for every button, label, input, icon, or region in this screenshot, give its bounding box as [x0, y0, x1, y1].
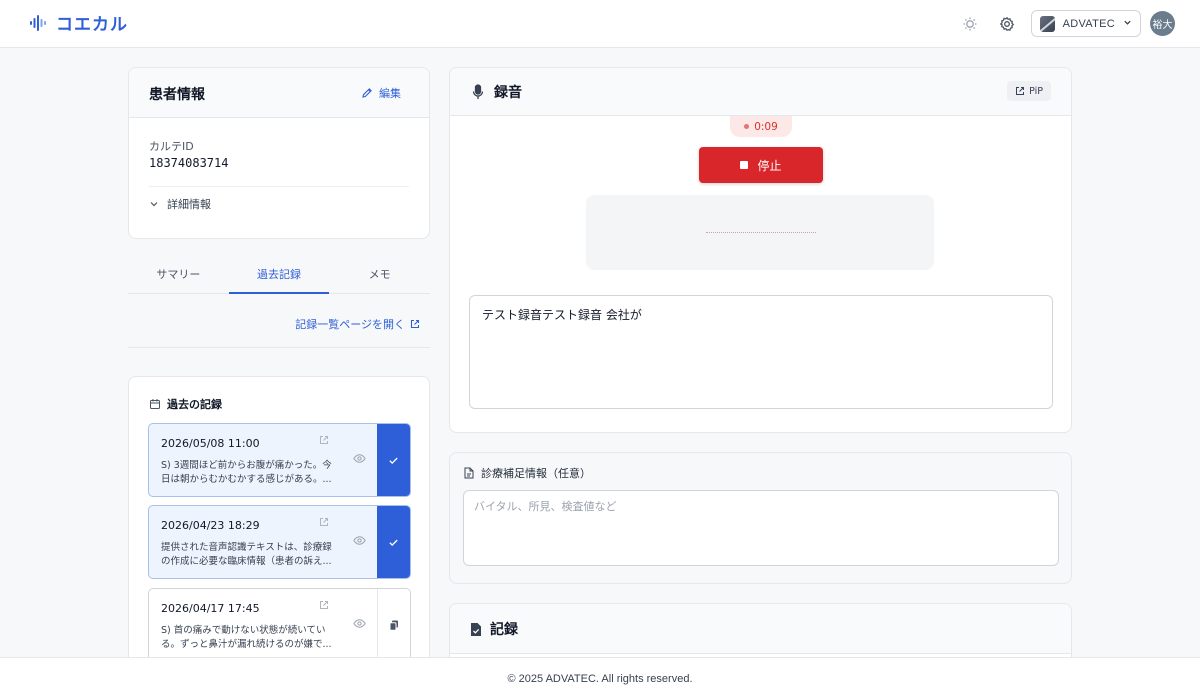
open-record-list-link[interactable]: 記録一覧ページを開く — [295, 316, 420, 332]
page-footer: © 2025 ADVATEC. All rights reserved. — [0, 657, 1200, 699]
pencil-icon — [362, 88, 372, 98]
transcript-area[interactable]: テスト録音テスト録音 会社が — [469, 295, 1053, 409]
waveform-line — [706, 232, 816, 233]
pip-button[interactable]: PiP — [1007, 81, 1051, 101]
eye-icon[interactable] — [353, 452, 366, 468]
org-logo-icon — [1040, 15, 1055, 32]
document-icon — [464, 467, 474, 479]
copy-icon — [389, 620, 398, 631]
supplementary-input[interactable] — [463, 490, 1059, 566]
record-select-toggle[interactable] — [377, 506, 410, 578]
tab-memo[interactable]: メモ — [329, 257, 430, 293]
check-icon — [389, 457, 398, 464]
past-records-card: 過去の記録 2026/05/08 11:00 S) 3週間ほど前からお腹が痛かっ… — [128, 376, 430, 676]
past-record-item[interactable]: 2026/04/17 17:45 S) 首の痛みで動けない状態が続いている。ずっ… — [148, 588, 411, 662]
edit-patient-button[interactable]: 編集 — [361, 85, 401, 101]
stop-label: 停止 — [757, 158, 782, 173]
supplementary-info-card: 診療補足情報（任意） — [449, 452, 1072, 584]
waveform-visualizer — [586, 195, 934, 270]
past-records-title: 過去の記録 — [167, 398, 222, 411]
record-date: 2026/04/17 17:45 — [161, 602, 260, 615]
record-heading: 記録 — [470, 619, 518, 639]
stop-button[interactable]: 停止 — [699, 147, 823, 183]
supplementary-title: 診療補足情報（任意） — [481, 467, 591, 480]
patient-title: 患者情報 — [149, 87, 205, 103]
details-label: 詳細情報 — [167, 198, 211, 211]
microphone-icon — [472, 84, 484, 99]
past-record-item[interactable]: 2026/04/23 18:29 提供された音声認識テキストは、診療録の作成に必… — [148, 505, 411, 579]
app-logo[interactable]: コエカル — [28, 10, 128, 35]
divider — [128, 347, 430, 348]
karte-id-label: カルテID — [149, 140, 194, 153]
theme-toggle-icon[interactable] — [960, 14, 980, 34]
calendar-icon — [150, 399, 160, 409]
tab-summary[interactable]: サマリー — [128, 257, 229, 293]
record-list-link-label: 記録一覧ページを開く — [295, 318, 405, 331]
chevron-down-icon — [150, 202, 158, 207]
pip-label: PiP — [1029, 85, 1043, 97]
recording-dot-icon — [744, 124, 750, 129]
external-link-icon[interactable] — [319, 435, 329, 448]
recording-title: 録音 — [494, 85, 522, 101]
external-link-icon — [410, 319, 420, 329]
gear-icon[interactable] — [997, 14, 1017, 34]
recording-card-header — [450, 68, 1071, 116]
record-card-header — [450, 604, 1071, 654]
chevron-down-icon — [1123, 18, 1132, 30]
record-date: 2026/04/23 18:29 — [161, 519, 260, 532]
recording-heading: 録音 — [472, 82, 522, 102]
record-preview: S) 3週間ほど前からお腹が痛かった。今日は朝からむかむかする感じがある。... — [161, 460, 332, 485]
eye-icon[interactable] — [353, 617, 366, 633]
eye-icon[interactable] — [353, 534, 366, 550]
waveform-logo-icon — [30, 14, 46, 31]
details-toggle[interactable]: 詳細情報 — [149, 196, 211, 212]
tab-past-records[interactable]: 過去記録 — [228, 257, 330, 294]
edit-label: 編集 — [379, 87, 401, 100]
past-records-heading: 過去の記録 — [149, 396, 222, 412]
timer-value: 0:09 — [754, 120, 778, 133]
divider — [149, 186, 409, 187]
past-record-item[interactable]: 2026/05/08 11:00 S) 3週間ほど前からお腹が痛かった。今日は朝… — [148, 423, 411, 497]
recording-timer: 0:09 — [730, 116, 792, 137]
recording-card: 録音 PiP 0:09 停止 テスト録音テスト録音 会社が — [449, 67, 1072, 433]
file-check-icon — [471, 622, 481, 636]
record-preview: 提供された音声認識テキストは、診療録の作成に必要な臨床情報（患者の訴え... — [161, 542, 332, 567]
record-date: 2026/05/08 11:00 — [161, 437, 260, 450]
app-name: コエカル — [56, 15, 128, 35]
organization-select[interactable]: ADVATEC — [1031, 10, 1141, 37]
copy-record-button[interactable] — [377, 589, 410, 661]
supplementary-heading: 診療補足情報（任意） — [464, 465, 591, 481]
check-icon — [389, 539, 398, 546]
karte-id-value: 18374083714 — [149, 156, 229, 170]
user-avatar[interactable]: 裕大 — [1150, 11, 1175, 36]
stop-icon — [740, 161, 749, 169]
org-name: ADVATEC — [1062, 17, 1115, 30]
record-title: 記録 — [490, 622, 518, 638]
external-link-icon[interactable] — [319, 600, 329, 613]
record-select-toggle[interactable] — [377, 424, 410, 496]
external-link-icon[interactable] — [319, 517, 329, 530]
external-link-icon — [1016, 87, 1025, 95]
patient-info-card: 患者情報 編集 カルテID 18374083714 詳細情報 — [128, 67, 430, 239]
record-preview: S) 首の痛みで動けない状態が続いている。ずっと鼻汁が漏れ続けるのが嫌で... — [161, 625, 332, 650]
sidebar-tabs: サマリー 過去記録 メモ — [128, 257, 430, 294]
app-header: コエカル ADVATEC 裕大 — [0, 0, 1200, 48]
copyright-text: © 2025 ADVATEC. All rights reserved. — [507, 673, 693, 685]
